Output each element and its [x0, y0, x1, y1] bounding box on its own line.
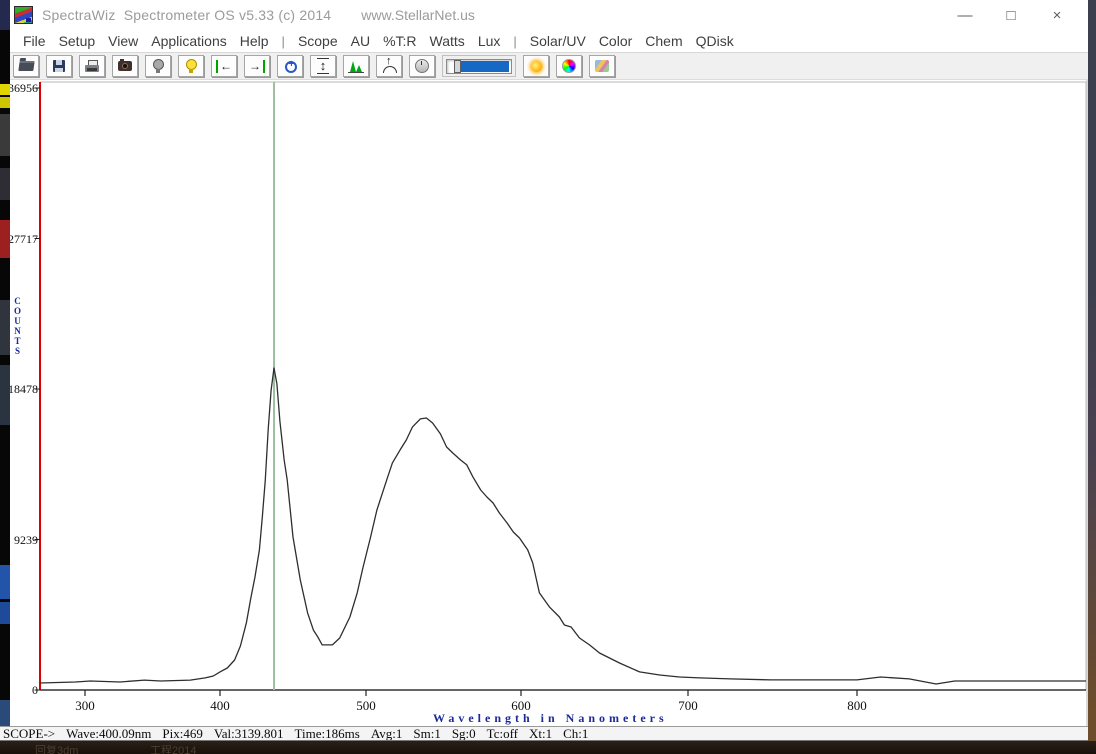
- status-segment: Xt:1: [529, 726, 552, 741]
- status-segment: Time:186ms: [295, 726, 360, 741]
- status-segment: SCOPE->: [3, 726, 55, 741]
- background-window-fragment: [0, 220, 10, 258]
- background-window-fragment: [0, 97, 10, 108]
- status-segment: Tc:off: [487, 726, 518, 741]
- screen: SpectraWiz Spectrometer OS v5.33 (c) 201…: [0, 0, 1096, 754]
- background-window-fragment: [0, 365, 10, 425]
- background-window-fragment: [0, 114, 10, 156]
- y-axis-title: COUNTS: [12, 296, 23, 356]
- background-window-fragment: [0, 602, 10, 624]
- spectrum-plot-area[interactable]: [0, 0, 1096, 754]
- status-segment: Sg:0: [452, 726, 476, 741]
- taskbar-item-text: 工程2014: [150, 742, 196, 754]
- status-segment: Ch:1: [563, 726, 588, 741]
- background-window-fragment: [0, 168, 10, 200]
- x-tick-label: 300: [65, 698, 105, 714]
- status-segment: Wave:400.09nm: [66, 726, 151, 741]
- status-bar: SCOPE-> Wave:400.09nm Pix:469 Val:3139.801 T…: [0, 726, 1088, 741]
- x-tick-label: 800: [837, 698, 877, 714]
- plot-frame: [40, 82, 1086, 690]
- x-tick-label: 500: [346, 698, 386, 714]
- status-segment: Avg:1: [371, 726, 403, 741]
- desktop-left-strip: [0, 0, 10, 726]
- x-tick-label: 700: [668, 698, 708, 714]
- status-segment: Val:3139.801: [214, 726, 284, 741]
- background-window-fragment: [0, 300, 10, 355]
- taskbar-item-text: 回复3dm: [35, 742, 78, 754]
- desktop-left-strip-top: [0, 0, 10, 30]
- spectrum-curve: [40, 368, 1086, 684]
- desktop-right-strip: [1088, 0, 1096, 754]
- desktop-taskbar[interactable]: 回复3dm 工程2014: [0, 741, 1096, 754]
- status-segment: Sm:1: [413, 726, 440, 741]
- status-segment: Pix:469: [162, 726, 202, 741]
- background-window-fragment: [0, 700, 10, 726]
- x-tick-label: 400: [200, 698, 240, 714]
- background-window-fragment: [0, 565, 10, 599]
- x-axis-title: Wavelength in Nanometers: [433, 711, 668, 726]
- background-window-fragment: [0, 84, 10, 95]
